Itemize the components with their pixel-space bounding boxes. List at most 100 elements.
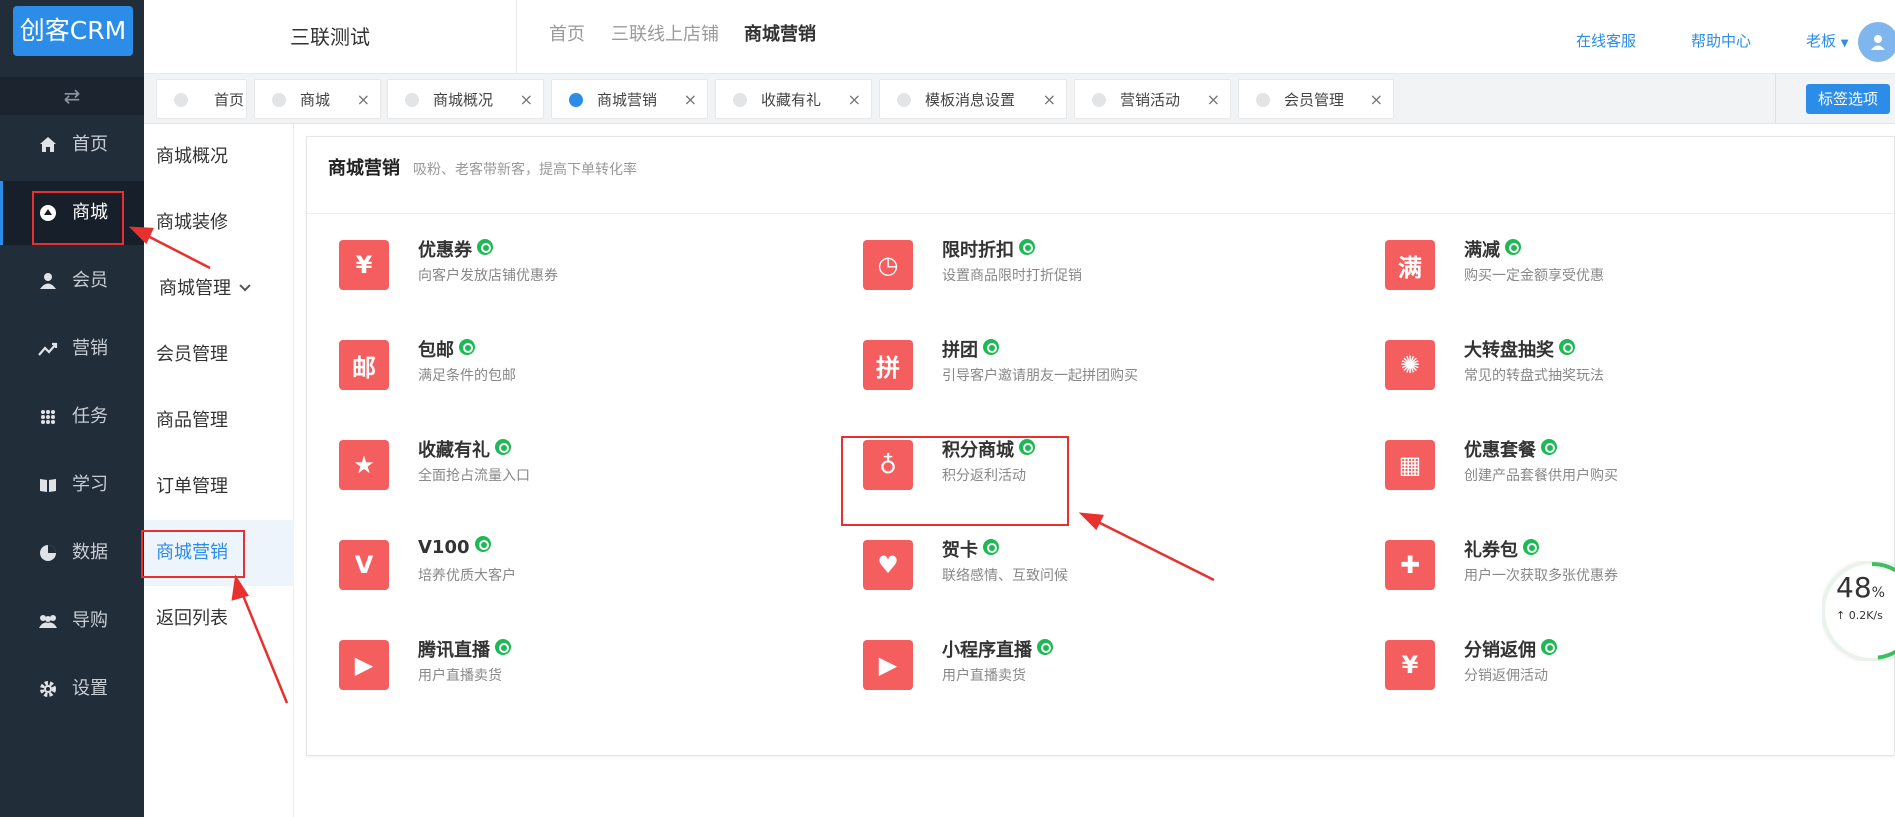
submenu-product-management[interactable]: 商品管理 <box>144 388 294 454</box>
book-icon <box>38 475 58 495</box>
submenu-mall-management[interactable]: 商城管理 <box>144 256 294 322</box>
feature-title-row: 收藏有礼 <box>418 436 511 462</box>
feature-item[interactable]: ¥ 分销返佣 分销返佣活动 <box>1385 631 1745 691</box>
close-icon[interactable]: × <box>1207 80 1220 120</box>
nav-item-settings[interactable]: 设置 <box>0 657 144 721</box>
feature-item[interactable]: 满 满减 购买一定金额享受优惠 <box>1385 231 1745 291</box>
nav-item-data[interactable]: 数据 <box>0 521 144 585</box>
link-icon[interactable] <box>477 239 493 255</box>
user-icon <box>38 271 58 291</box>
feature-item[interactable]: ▦ 优惠套餐 创建产品套餐供用户购买 <box>1385 431 1745 491</box>
nav-item-label: 营销 <box>72 338 108 359</box>
caret-down-icon: ▼ <box>1840 38 1849 49</box>
tab-mall[interactable]: 商城 × <box>254 79 381 119</box>
user-menu[interactable]: 老板 ▼ <box>1806 0 1849 85</box>
group-icon <box>38 611 58 631</box>
feature-item[interactable]: ◷ 限时折扣 设置商品限时打折促销 <box>863 231 1223 291</box>
link-icon[interactable] <box>1523 539 1539 555</box>
bundle-icon: ▦ <box>1385 440 1435 490</box>
feature-item[interactable]: 邮 包邮 满足条件的包邮 <box>339 331 699 391</box>
submenu-mall-overview[interactable]: 商城概况 <box>144 124 294 190</box>
nav-item-guide[interactable]: 导购 <box>0 589 144 653</box>
feature-item[interactable]: ♥ 贺卡 联络感情、互致问候 <box>863 531 1223 591</box>
feature-item[interactable]: ✚ 礼券包 用户一次获取多张优惠券 <box>1385 531 1745 591</box>
breadcrumb-home[interactable]: 首页 <box>549 0 585 70</box>
tag-options-button[interactable]: 标签选项 <box>1806 84 1890 114</box>
v100-icon: V <box>339 540 389 590</box>
speed-rate: ↑ 0.2K/s <box>1836 609 1883 622</box>
online-service-link[interactable]: 在线客服 <box>1576 0 1636 82</box>
nav-item-label: 学习 <box>72 474 108 495</box>
feature-item[interactable]: V V100 培养优质大客户 <box>339 531 699 591</box>
brand-logo[interactable]: 创客CRM <box>13 6 133 56</box>
feature-title: 拼团 <box>942 340 978 361</box>
link-icon[interactable] <box>983 539 999 555</box>
link-icon[interactable] <box>1037 639 1053 655</box>
close-icon[interactable]: × <box>848 80 861 120</box>
annotation-box-mall <box>32 191 124 245</box>
swap-icon[interactable]: ⇄ <box>0 77 144 115</box>
link-icon[interactable] <box>495 639 511 655</box>
mini-live-icon: ▶ <box>863 640 913 690</box>
feature-item[interactable]: ▶ 小程序直播 用户直播卖货 <box>863 631 1223 691</box>
tab-divider <box>1775 74 1776 124</box>
tab-member-management[interactable]: 会员管理 × <box>1238 79 1394 119</box>
feature-title-row: V100 <box>418 536 491 558</box>
close-icon[interactable]: × <box>1370 80 1383 120</box>
breadcrumb-store[interactable]: 三联线上店铺 <box>611 0 719 70</box>
feature-title: 满减 <box>1464 240 1500 261</box>
tab-marketing-activity[interactable]: 营销活动 × <box>1074 79 1231 119</box>
feature-title: 腾讯直播 <box>418 640 490 661</box>
submenu-back-to-list[interactable]: 返回列表 <box>144 586 294 652</box>
avatar[interactable] <box>1858 22 1895 62</box>
tab-dot <box>405 93 419 107</box>
speed-percent: 48% <box>1836 571 1885 604</box>
tab-mall-overview[interactable]: 商城概况 × <box>387 79 544 119</box>
feature-item[interactable]: 拼 拼团 引导客户邀请朋友一起拼团购买 <box>863 331 1223 391</box>
close-icon[interactable]: × <box>1043 80 1056 120</box>
tab-label: 商城 <box>300 91 331 109</box>
help-center-link[interactable]: 帮助中心 <box>1691 0 1751 82</box>
feature-title: 小程序直播 <box>942 640 1032 661</box>
link-icon[interactable] <box>1019 239 1035 255</box>
submenu-member-management[interactable]: 会员管理 <box>144 322 294 388</box>
feature-title: V100 <box>418 537 470 558</box>
feature-title: 分销返佣 <box>1464 640 1536 661</box>
feature-item[interactable]: ¥ 优惠券 向客户发放店铺优惠券 <box>339 231 699 291</box>
link-icon[interactable] <box>459 339 475 355</box>
feature-item[interactable]: ✺ 大转盘抽奖 常见的转盘式抽奖玩法 <box>1385 331 1745 391</box>
nav-item-home[interactable]: 首页 <box>0 113 144 177</box>
close-icon[interactable]: × <box>684 80 697 120</box>
nav-item-marketing[interactable]: 营销 <box>0 317 144 381</box>
link-icon[interactable] <box>474 536 491 552</box>
nav-item-study[interactable]: 学习 <box>0 453 144 517</box>
tab-home[interactable]: 首页 <box>156 79 247 119</box>
clock-icon: ◷ <box>863 240 913 290</box>
link-icon[interactable] <box>983 339 999 355</box>
nav-item-member[interactable]: 会员 <box>0 249 144 313</box>
link-icon[interactable] <box>495 439 511 455</box>
link-icon[interactable] <box>1541 439 1557 455</box>
network-speed-widget[interactable]: 48% ↑ 0.2K/s <box>1822 561 1895 661</box>
submenu-order-management[interactable]: 订单管理 <box>144 454 294 520</box>
store-name[interactable]: 三联测试 <box>144 0 517 74</box>
feature-item[interactable]: ★ 收藏有礼 全面抢占流量入口 <box>339 431 699 491</box>
link-icon[interactable] <box>1505 239 1521 255</box>
tab-mall-marketing[interactable]: 商城营销 × <box>551 79 708 119</box>
submenu-mall-decoration[interactable]: 商城装修 <box>144 190 294 256</box>
tab-favorite-gift[interactable]: 收藏有礼 × <box>715 79 872 119</box>
close-icon[interactable]: × <box>520 80 533 120</box>
link-icon[interactable] <box>1541 639 1557 655</box>
nav-item-task[interactable]: 任务 <box>0 385 144 449</box>
tab-label: 会员管理 <box>1284 91 1345 109</box>
star-icon: ★ <box>339 440 389 490</box>
tab-template-message[interactable]: 模板消息设置 × <box>879 79 1067 119</box>
close-icon[interactable]: × <box>357 80 370 120</box>
link-icon[interactable] <box>1559 339 1575 355</box>
feature-title: 限时折扣 <box>942 240 1014 261</box>
feature-item[interactable]: ▶ 腾讯直播 用户直播卖货 <box>339 631 699 691</box>
feature-desc: 创建产品套餐供用户购买 <box>1464 468 1618 484</box>
panel-subtitle: 吸粉、老客带新客，提高下单转化率 <box>413 162 637 178</box>
annotation-box-mall-marketing <box>141 530 245 578</box>
chevron-down-icon <box>239 280 251 292</box>
